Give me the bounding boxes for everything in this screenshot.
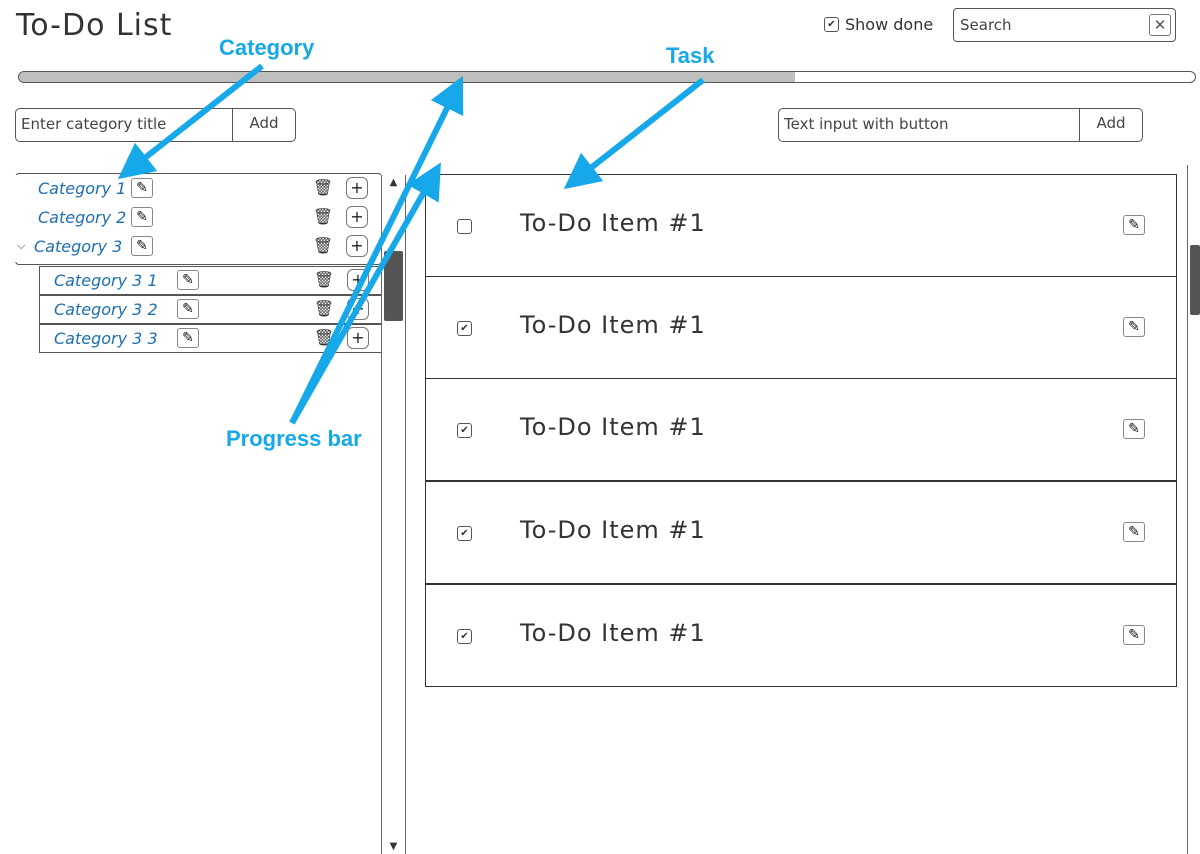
progress-arrow-1 [289,75,464,425]
annotation-arrows [117,63,705,425]
task-annotation: Task [666,43,715,68]
task-arrow [563,77,705,190]
progress-arrow-2 [289,162,441,425]
category-annotation: Category [219,35,315,60]
progress-bar-annotation: Progress bar [226,426,362,451]
category-arrow [117,63,264,180]
